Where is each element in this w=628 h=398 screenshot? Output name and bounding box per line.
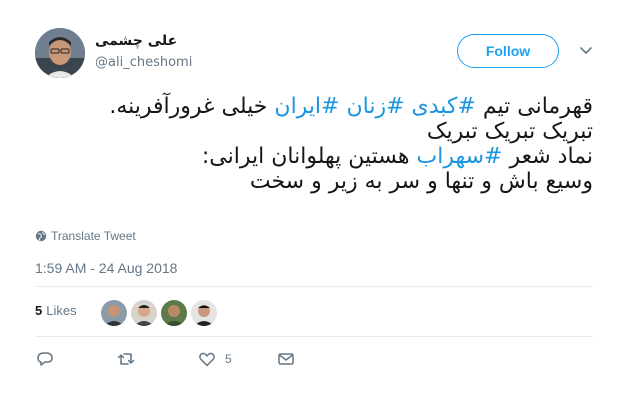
liker-avatar[interactable] (130, 299, 158, 327)
tweet-text-segment: هستین پهلوانان ایرانی: (201, 144, 417, 169)
reply-icon (37, 352, 53, 366)
tweet-line-1: قهرمانی تیم #کبدی #زنان #ایران خیلی غرور… (23, 94, 593, 119)
translate-label: Translate Tweet (51, 229, 136, 243)
follow-button[interactable]: Follow (457, 34, 559, 68)
tweet-text-segment: خیلی غرورآفرینه. (109, 94, 275, 119)
tweet-line-3: نماد شعر #سهراب هستین پهلوانان ایرانی: (23, 144, 593, 169)
tweet-line-2: تبریک تبریک تبریک (426, 119, 593, 144)
liker-avatars (100, 299, 220, 327)
translate-tweet-link[interactable]: Translate Tweet (35, 229, 136, 243)
tweet-text-segment: نماد شعر (502, 144, 593, 169)
tweet-timestamp[interactable]: 1:59 AM - 24 Aug 2018 (35, 260, 177, 276)
hashtag-link[interactable]: #زنان (346, 94, 404, 119)
hashtag-link[interactable]: #کبدی (412, 94, 476, 119)
reply-button[interactable] (35, 349, 55, 369)
retweet-icon (117, 353, 135, 365)
hashtag-link[interactable]: #سهراب (417, 144, 503, 169)
retweet-button[interactable] (116, 349, 136, 369)
likes-count: 5 (35, 303, 43, 318)
envelope-icon (278, 353, 294, 365)
liker-avatar[interactable] (160, 299, 188, 327)
divider (35, 336, 593, 337)
like-button[interactable]: 5 (197, 349, 232, 369)
like-count: 5 (225, 352, 232, 366)
likes-stat[interactable]: 5 Likes (35, 303, 77, 318)
hashtag-link[interactable]: #ایران (274, 94, 339, 119)
avatar[interactable] (35, 28, 85, 78)
tweet-text-segment: قهرمانی تیم (475, 94, 593, 119)
direct-message-button[interactable] (276, 349, 296, 369)
divider (35, 286, 593, 287)
liker-avatar[interactable] (100, 299, 128, 327)
display-name[interactable]: علی چشمی (95, 33, 177, 49)
chevron-down-icon[interactable] (576, 40, 596, 60)
user-handle[interactable]: @ali_cheshomi (95, 55, 192, 70)
heart-icon (199, 352, 215, 367)
likes-label: Likes (46, 303, 77, 318)
tweet-text-segment (405, 94, 412, 119)
tweet-text: قهرمانی تیم #کبدی #زنان #ایران خیلی غرور… (23, 94, 593, 194)
liker-avatar[interactable] (190, 299, 218, 327)
tweet-line-4: وسیع باش و تنها و سر به زیر و سخت (249, 169, 593, 194)
globe-icon (35, 230, 47, 242)
